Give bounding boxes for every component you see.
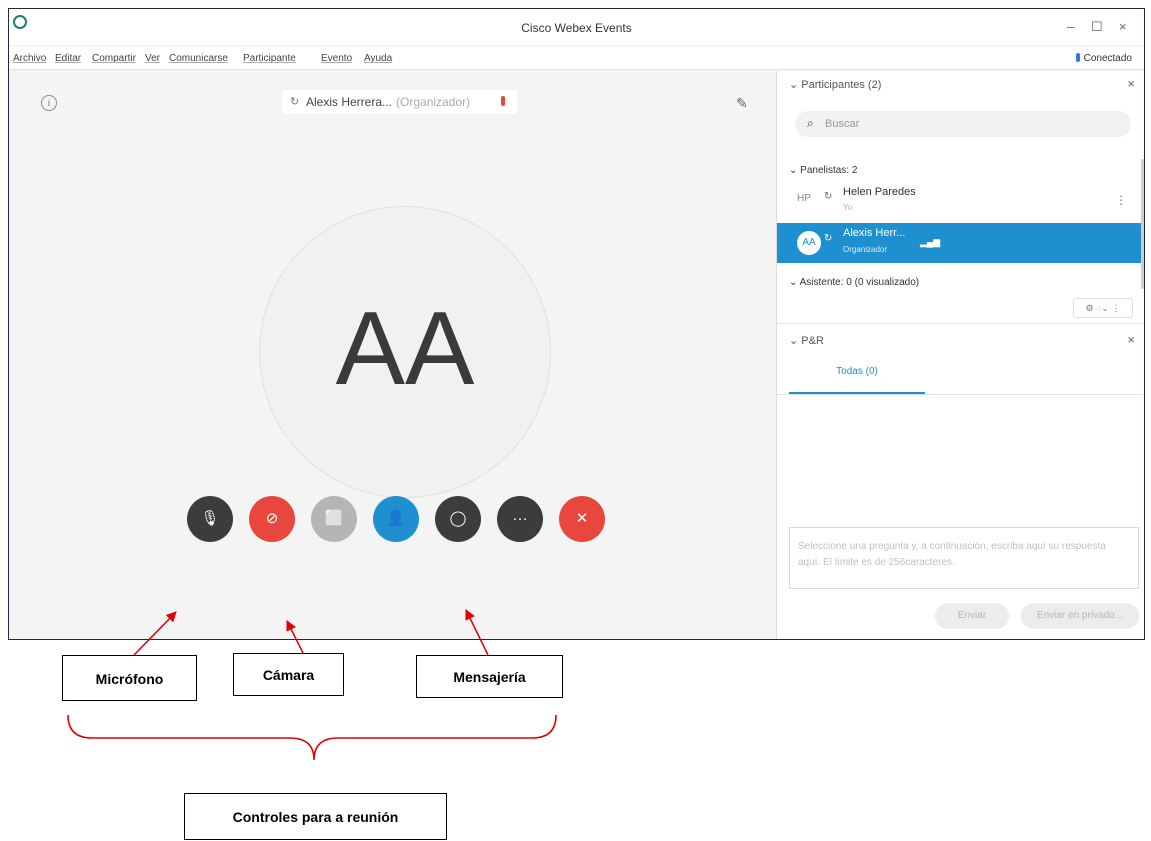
muted-mic-icon bbox=[501, 96, 505, 106]
menu-editar[interactable]: Editar bbox=[55, 53, 81, 64]
participant-name: Helen Paredes bbox=[843, 186, 916, 198]
answer-input[interactable]: Seleccione una pregunta y, a continuació… bbox=[789, 527, 1139, 589]
annotate-icon[interactable]: ✎ bbox=[736, 95, 748, 112]
audio-level-icon: ▂▄▆ bbox=[920, 237, 941, 247]
tabs-divider bbox=[777, 394, 1144, 395]
search-icon: ⌕ bbox=[807, 116, 814, 130]
microphone-button[interactable]: 🎙 bbox=[187, 496, 233, 542]
participants-title: Participantes (2) bbox=[801, 79, 882, 91]
close-window-button[interactable]: × bbox=[1119, 19, 1127, 34]
info-icon[interactable]: i bbox=[41, 95, 57, 111]
chat-button[interactable]: ◯ bbox=[435, 496, 481, 542]
avatar-initials: AA bbox=[335, 291, 475, 407]
window-title: Cisco Webex Events bbox=[521, 21, 632, 35]
attendees-count: Asistente: 0 (0 visualizado) bbox=[799, 277, 920, 288]
share-icon: ⬜ bbox=[324, 510, 344, 527]
menu-participante[interactable]: Participante bbox=[243, 53, 296, 64]
minimize-button[interactable]: – bbox=[1067, 19, 1074, 34]
attendees-group-header[interactable]: ⌄ Asistente: 0 (0 visualizado) bbox=[789, 277, 919, 288]
microphone-icon: 🎙 bbox=[200, 510, 220, 527]
chat-icon: ◯ bbox=[449, 510, 467, 527]
connection-status-label: Conectado bbox=[1083, 53, 1132, 64]
participants-scrollbar[interactable] bbox=[1141, 159, 1144, 289]
participant-row[interactable]: HP ↻ Helen Paredes Yo ⋮ bbox=[777, 181, 1141, 221]
camera-button[interactable]: ⊘ bbox=[249, 496, 295, 542]
share-button[interactable]: ⬜ bbox=[311, 496, 357, 542]
webex-window: Cisco Webex Events – ☐ × Archivo Editar … bbox=[8, 8, 1145, 640]
send-button[interactable]: Enviar bbox=[935, 603, 1009, 629]
panelists-count: Panelistas: 2 bbox=[800, 165, 858, 176]
participant-subtitle: Organizador bbox=[843, 245, 888, 254]
controls-brace bbox=[67, 714, 557, 761]
more-options-icon[interactable]: ⋮ bbox=[1115, 193, 1127, 207]
menu-archivo[interactable]: Archivo bbox=[13, 53, 46, 64]
side-panel: ⌄ Participantes (2) × ⌕ Buscar ⌄ Panelis… bbox=[776, 71, 1144, 639]
end-call-icon: ✕ bbox=[575, 510, 589, 527]
camera-callout: Cámara bbox=[233, 653, 344, 696]
qa-title: P&R bbox=[801, 335, 824, 347]
participant-avatar: AA bbox=[259, 206, 551, 498]
participant-row-selected[interactable]: AA ↻ Alexis Herr... Organizador ▂▄▆ bbox=[777, 223, 1141, 263]
sync-icon: ↻ bbox=[290, 96, 300, 108]
more-icon: ··· bbox=[512, 510, 528, 527]
speaker-role: (Organizador) bbox=[396, 95, 471, 109]
more-button[interactable]: ··· bbox=[497, 496, 543, 542]
participant-initials: HP bbox=[797, 193, 811, 204]
participants-header[interactable]: ⌄ Participantes (2) × bbox=[777, 71, 1144, 97]
search-placeholder: Buscar bbox=[825, 118, 860, 130]
menu-ayuda[interactable]: Ayuda bbox=[364, 53, 392, 64]
menu-compartir[interactable]: Compartir bbox=[92, 53, 136, 64]
participants-button[interactable]: 👤 bbox=[373, 496, 419, 542]
connection-icon bbox=[1075, 53, 1080, 62]
camera-icon: ⊘ bbox=[265, 510, 279, 527]
participant-avatar-small: AA bbox=[797, 231, 821, 255]
send-private-button[interactable]: Enviar en privado... bbox=[1021, 603, 1139, 629]
close-participants-icon[interactable]: × bbox=[1127, 76, 1135, 91]
participant-tools[interactable]: ⚙ ◌⌄ ⋮ bbox=[1073, 298, 1133, 318]
controls-callout: Controles para a reunión bbox=[184, 793, 447, 840]
active-speaker-bar[interactable]: ↻ Alexis Herrera... (Organizador) bbox=[282, 90, 517, 114]
speaker-name: Alexis Herrera... bbox=[306, 95, 393, 109]
sync-icon: ↻ bbox=[824, 191, 833, 202]
title-bar: Cisco Webex Events – ☐ × bbox=[9, 9, 1144, 45]
sync-icon: ↻ bbox=[824, 233, 833, 244]
connection-status: Conectado bbox=[1075, 53, 1132, 64]
participant-name: Alexis Herr... bbox=[843, 227, 906, 239]
messaging-callout: Mensajería bbox=[416, 655, 563, 698]
end-call-button[interactable]: ✕ bbox=[559, 496, 605, 542]
panelists-group-header[interactable]: ⌄ Panelistas: 2 bbox=[789, 165, 857, 176]
qa-header[interactable]: ⌄ P&R × bbox=[777, 327, 1144, 353]
menu-bar: Archivo Editar Compartir Ver Comunicarse… bbox=[9, 47, 1144, 70]
microphone-callout: Micrófono bbox=[62, 655, 197, 701]
menu-ver[interactable]: Ver bbox=[145, 53, 160, 64]
maximize-button[interactable]: ☐ bbox=[1091, 19, 1103, 35]
participants-icon: 👤 bbox=[386, 510, 406, 527]
close-qa-icon[interactable]: × bbox=[1127, 332, 1135, 347]
participant-subtitle: Yo bbox=[843, 203, 853, 212]
video-area: i ↻ Alexis Herrera... (Organizador) ✎ AA bbox=[9, 71, 776, 639]
panel-divider bbox=[777, 323, 1144, 324]
menu-evento[interactable]: Evento bbox=[321, 53, 352, 64]
participant-search-input[interactable]: ⌕ Buscar bbox=[795, 111, 1131, 137]
menu-comunicarse[interactable]: Comunicarse bbox=[169, 53, 228, 64]
tab-all-questions[interactable]: Todas (0) bbox=[789, 366, 925, 377]
